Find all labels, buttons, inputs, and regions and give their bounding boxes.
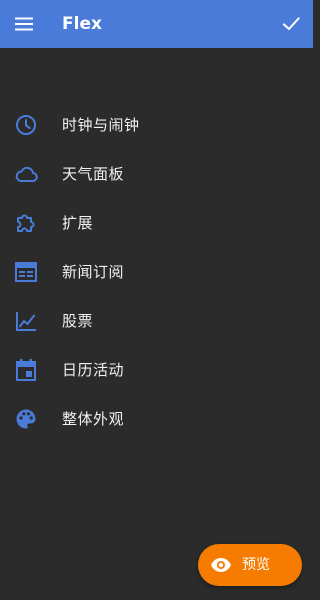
news-feed-icon xyxy=(14,260,38,284)
menu-item-calendar[interactable]: 日历活动 xyxy=(0,345,313,394)
puzzle-icon xyxy=(14,211,38,235)
eye-icon xyxy=(210,554,232,576)
menu-item-label: 股票 xyxy=(62,311,94,330)
menu-item-label: 日历活动 xyxy=(62,360,125,379)
clock-icon xyxy=(14,113,38,137)
cloud-icon xyxy=(14,162,38,186)
menu-item-stocks[interactable]: 股票 xyxy=(0,296,313,345)
menu-item-label: 整体外观 xyxy=(62,409,125,428)
menu-item-appearance[interactable]: 整体外观 xyxy=(0,394,313,443)
preview-label: 预览 xyxy=(242,557,270,573)
menu-item-label: 天气面板 xyxy=(62,164,125,183)
menu-item-extensions[interactable]: 扩展 xyxy=(0,198,313,247)
menu-item-label: 新闻订阅 xyxy=(62,262,125,281)
preview-button[interactable]: 预览 xyxy=(198,544,302,586)
app-screen: Flex 时钟与闹钟 天气面板 扩展 新闻订阅 股票 日历活动 整体外观 预览 xyxy=(0,0,313,600)
check-icon[interactable] xyxy=(279,12,303,36)
menu-item-clock-alarm[interactable]: 时钟与闹钟 xyxy=(0,100,313,149)
app-title: Flex xyxy=(62,14,102,34)
menu-item-news-feed[interactable]: 新闻订阅 xyxy=(0,247,313,296)
calendar-icon xyxy=(14,358,38,382)
menu-item-label: 扩展 xyxy=(62,213,94,232)
app-bar: Flex xyxy=(0,0,313,48)
menu-item-weather[interactable]: 天气面板 xyxy=(0,149,313,198)
menu-item-label: 时钟与闹钟 xyxy=(62,115,140,134)
palette-icon xyxy=(14,407,38,431)
settings-menu: 时钟与闹钟 天气面板 扩展 新闻订阅 股票 日历活动 整体外观 xyxy=(0,100,313,443)
stock-chart-icon xyxy=(14,309,38,333)
hamburger-menu-icon[interactable] xyxy=(12,12,36,36)
